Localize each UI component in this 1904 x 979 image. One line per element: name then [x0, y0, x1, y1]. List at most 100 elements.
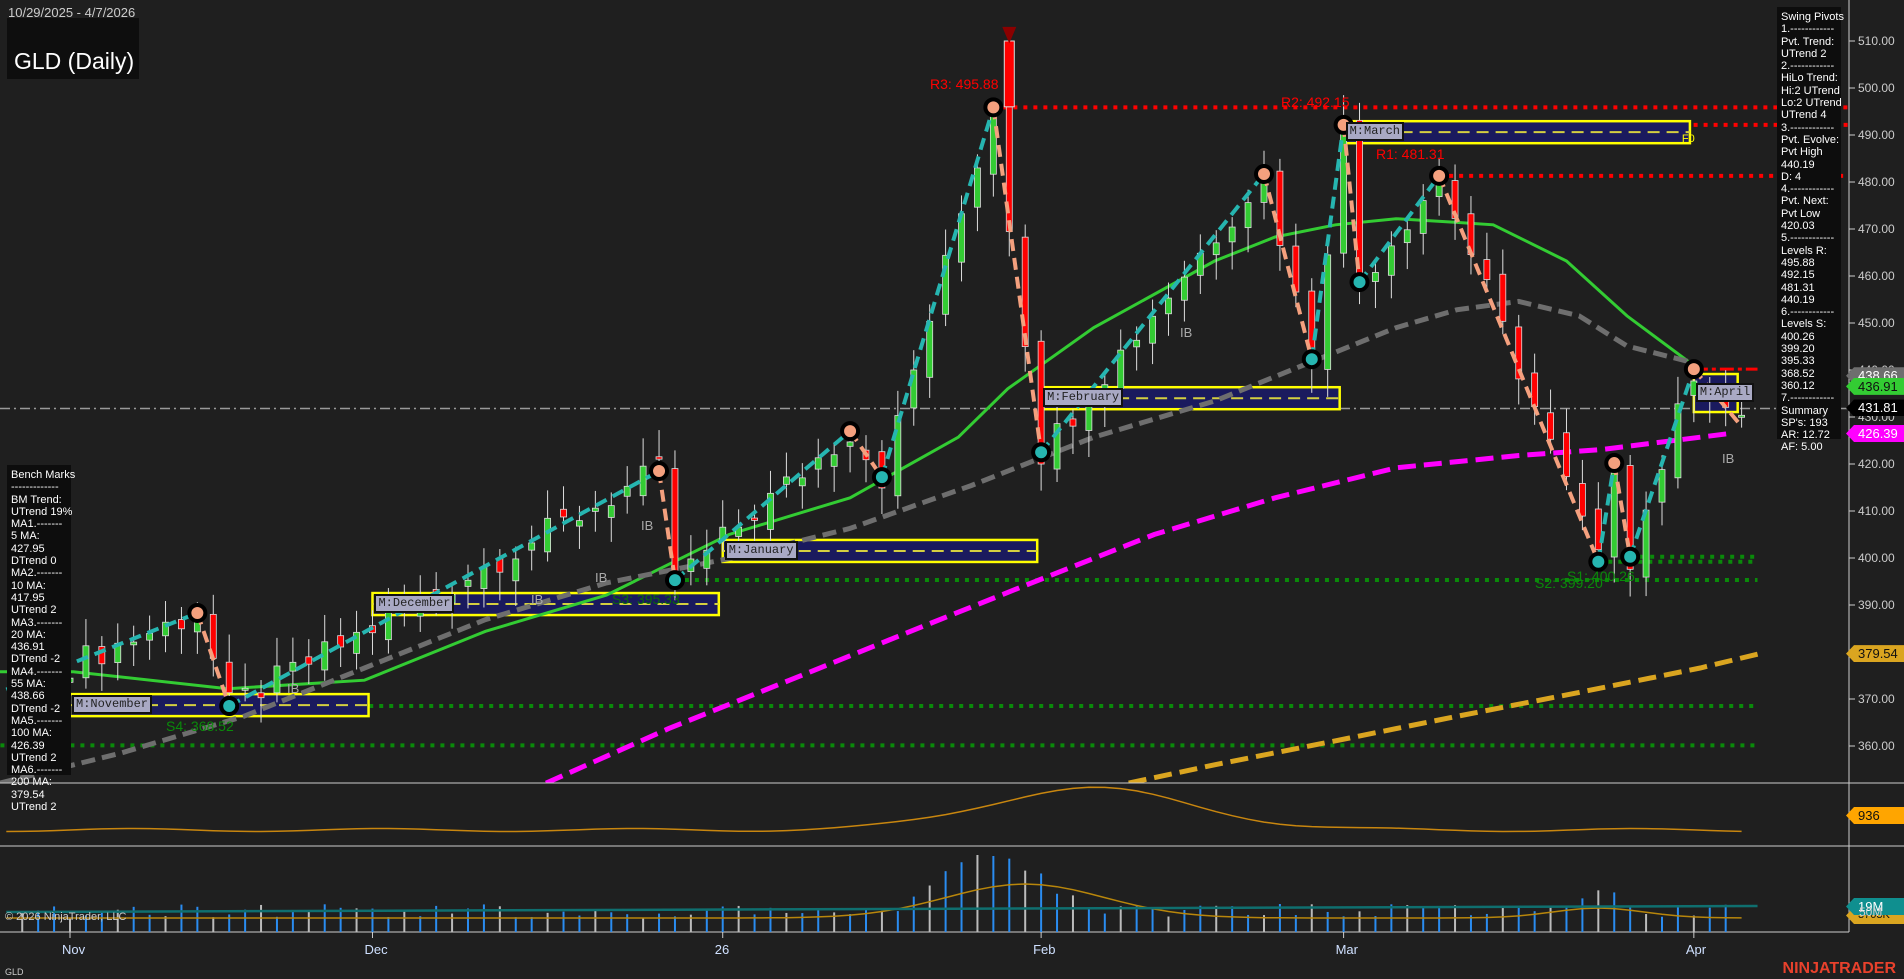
panel-line: 360.12	[1781, 379, 1815, 392]
panel-line: MA3.-------	[11, 616, 63, 629]
candle	[560, 508, 567, 518]
x-tick-label: Mar	[1335, 942, 1358, 957]
panel-line: Levels R:	[1781, 244, 1827, 257]
panel-line: MA5.-------	[11, 714, 63, 727]
candle	[1133, 339, 1141, 348]
panel-line: MA4.-------	[11, 665, 63, 678]
candle	[798, 477, 806, 487]
y-tick-label: 490.00	[1858, 128, 1895, 142]
month-label: M:November	[72, 695, 153, 715]
panel-line: 3.------------	[1781, 121, 1835, 134]
x-tick-label: Dec	[364, 942, 388, 957]
main-panel	[0, 26, 1849, 783]
swing-line	[1357, 174, 1441, 284]
pivot-high-marker	[649, 461, 670, 482]
swing-line	[1039, 172, 1266, 454]
month-label: M:February	[1043, 388, 1124, 408]
y-tick-label: 400.00	[1858, 551, 1895, 565]
s2-label: S2: 399.20	[1535, 575, 1603, 591]
panel-line: 10 MA:	[11, 579, 46, 592]
copyright: © 2026 NinjaTrader, LLC	[5, 911, 127, 923]
swing-line	[1262, 173, 1314, 360]
panel-line: 2.------------	[1781, 60, 1835, 73]
candle	[846, 441, 854, 447]
swing-pivots-panel: Swing Pivots 1.------------ Pvt. Trend: UTr…	[1777, 7, 1844, 453]
panel-line: Pvt. Trend:	[1781, 35, 1835, 48]
candle	[178, 619, 185, 630]
r2-label: R2: 492.15	[1281, 94, 1350, 110]
chart-title: GLD (Daily)	[14, 48, 135, 74]
panel-line: 420.03	[1781, 220, 1815, 233]
panel-line: 440.19	[1781, 158, 1815, 171]
candle	[1594, 508, 1602, 551]
candle	[528, 542, 536, 551]
candle	[1228, 226, 1236, 243]
candle	[1499, 273, 1507, 322]
candle	[974, 167, 981, 208]
candle	[1547, 412, 1554, 440]
panel-line: AF: 5.00	[1781, 441, 1823, 454]
candle	[1212, 242, 1220, 256]
candle	[1387, 245, 1395, 276]
panel-line: 426.39	[11, 739, 45, 752]
ib-label: IB	[641, 518, 654, 533]
panel-line: Pvt. Next:	[1781, 195, 1829, 208]
panel-line: 417.95	[11, 591, 45, 604]
panel-line: Pvt High	[1781, 146, 1823, 159]
r1-label: R1: 481.31	[1376, 146, 1445, 162]
ma-line-100ma	[544, 430, 1731, 783]
price-tag: 431.81	[1846, 399, 1904, 417]
candle	[1324, 254, 1332, 370]
swing-line	[1437, 175, 1601, 563]
panel-line: Hi:2 UTrend	[1781, 84, 1840, 97]
panel-line: Pvt. Evolve:	[1781, 133, 1840, 146]
panel-line: 379.54	[11, 788, 45, 801]
indicator-tag: 936	[1846, 807, 1904, 824]
candle	[607, 505, 615, 518]
candle	[1149, 315, 1156, 344]
candle	[623, 485, 631, 497]
y-tick-label: 370.00	[1858, 692, 1895, 706]
r3-label: R3: 495.88	[930, 76, 999, 92]
candle	[1403, 229, 1411, 244]
indicator-line	[6, 786, 1742, 833]
candle	[1244, 202, 1252, 229]
candle	[1181, 276, 1188, 301]
panel-line: 427.95	[11, 542, 45, 555]
pivot-high-marker	[1254, 164, 1274, 185]
candle	[241, 687, 249, 691]
candle	[1419, 200, 1427, 234]
panel-line: D: 4	[1781, 170, 1802, 183]
swing-line	[991, 107, 1044, 453]
price-tag: 436.91	[1846, 377, 1904, 395]
swing-line	[228, 469, 660, 708]
y-tick-label: 470.00	[1858, 222, 1895, 236]
panel-line: MA6.-------	[11, 764, 63, 777]
panel-line: 399.20	[1781, 343, 1815, 356]
panel-line: 100 MA:	[11, 727, 52, 740]
swing-line	[1628, 368, 1696, 558]
x-tick-label: Apr	[1685, 942, 1707, 957]
s3-label: S3: 395.33	[612, 591, 680, 607]
pivot-low-marker	[1301, 349, 1322, 370]
candle	[82, 645, 90, 679]
panel-line: 4.------------	[1781, 183, 1835, 196]
candle	[1165, 297, 1172, 315]
ninjatrader-logo: NINJATRADER	[1782, 960, 1896, 977]
candle	[1069, 418, 1077, 427]
panel-line: 20 MA:	[11, 628, 46, 641]
candle	[989, 112, 997, 175]
candle	[146, 633, 154, 641]
panel-line: 492.15	[1781, 269, 1815, 282]
price-chart[interactable]: 360.00370.00380.00390.00400.00410.00420.…	[0, 0, 1904, 979]
panel-line: UTrend 2	[11, 604, 57, 617]
pivot-low-marker	[1031, 442, 1052, 463]
panel-line: MA1.-------	[11, 518, 63, 531]
panel-line: 7.------------	[1781, 392, 1835, 405]
pivot-low-marker	[1620, 546, 1641, 567]
y-tick-label: 420.00	[1858, 457, 1895, 471]
candle	[591, 507, 599, 512]
s4-label: S4: 368.52	[166, 718, 234, 734]
symbol-label: GLD	[5, 967, 24, 977]
y-tick-label: 460.00	[1858, 269, 1895, 283]
